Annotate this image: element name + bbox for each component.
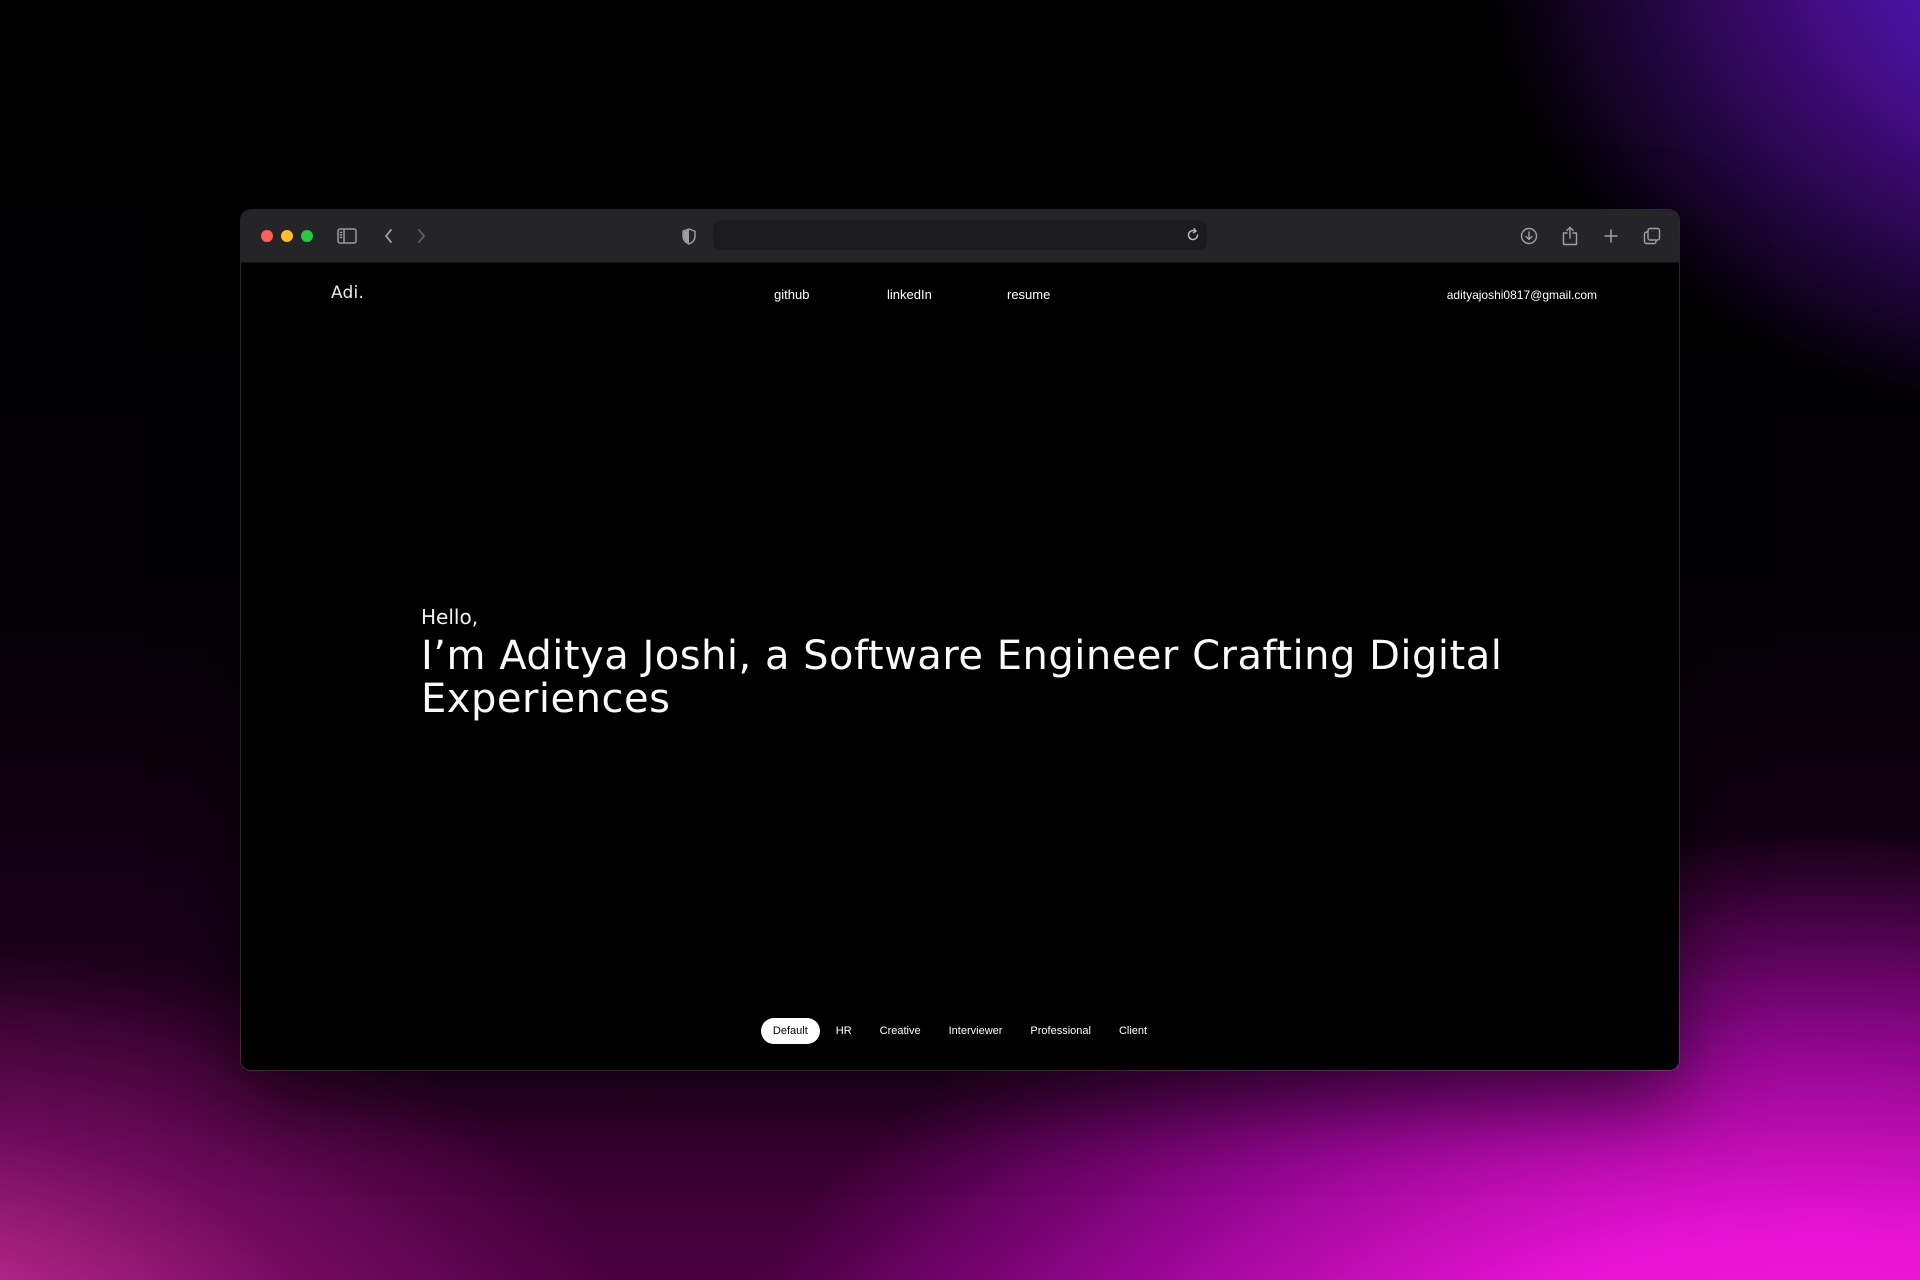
address-bar[interactable] xyxy=(713,220,1207,250)
mode-tab-hr[interactable]: HR xyxy=(824,1018,864,1044)
site-logo[interactable]: Adi. xyxy=(331,283,364,303)
nav-resume-link[interactable]: resume xyxy=(1007,287,1050,302)
mode-tab-client[interactable]: Client xyxy=(1107,1018,1159,1044)
hero-section: Hello, I’m Aditya Joshi, a Software Engi… xyxy=(421,605,1541,721)
browser-toolbar xyxy=(241,210,1679,263)
share-icon[interactable] xyxy=(1558,224,1582,248)
reload-icon[interactable] xyxy=(1185,227,1201,243)
sidebar-icon[interactable] xyxy=(335,224,359,248)
hero-greeting: Hello, xyxy=(421,605,479,629)
hero-headline: I’m Aditya Joshi, a Software Engineer Cr… xyxy=(421,633,1503,722)
minimize-window-button[interactable] xyxy=(281,230,293,242)
zoom-window-button[interactable] xyxy=(301,230,313,242)
mode-tab-default[interactable]: Default xyxy=(760,1018,820,1044)
mode-tab-creative[interactable]: Creative xyxy=(868,1018,933,1044)
download-icon[interactable] xyxy=(1517,224,1541,248)
mode-tab-interviewer[interactable]: Interviewer xyxy=(937,1018,1015,1044)
chevron-right-icon[interactable] xyxy=(409,224,433,248)
portfolio-page: Adi. github linkedIn resume adityajoshi0… xyxy=(241,263,1679,1070)
close-window-button[interactable] xyxy=(261,230,273,242)
mode-tab-professional[interactable]: Professional xyxy=(1018,1018,1103,1044)
mode-switcher: Default HR Creative Interviewer Professi… xyxy=(241,1018,1679,1044)
nav-github-link[interactable]: github xyxy=(774,287,809,302)
tabs-icon[interactable] xyxy=(1640,224,1664,248)
shield-icon[interactable] xyxy=(677,224,701,248)
nav-linkedin-link[interactable]: linkedIn xyxy=(887,287,932,302)
email-link[interactable]: adityajoshi0817@gmail.com xyxy=(1447,288,1597,302)
plus-icon[interactable] xyxy=(1599,224,1623,248)
chevron-left-icon[interactable] xyxy=(377,224,401,248)
browser-window: Adi. github linkedIn resume adityajoshi0… xyxy=(241,210,1679,1070)
